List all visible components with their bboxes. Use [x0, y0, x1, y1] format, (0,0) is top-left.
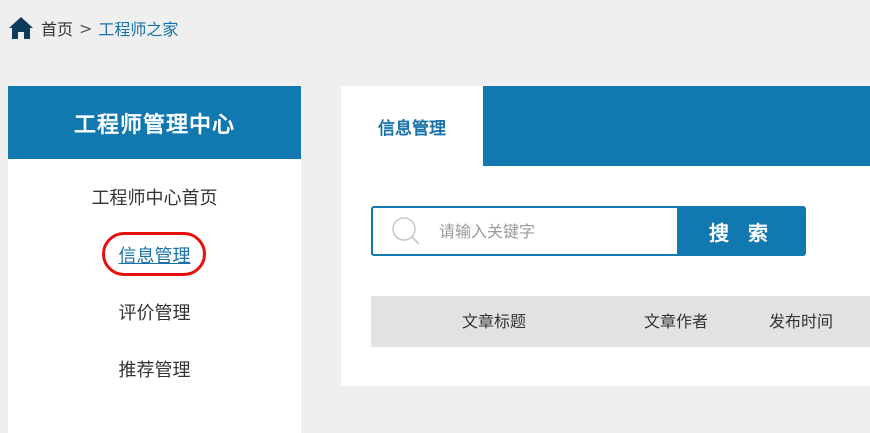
breadcrumb: 首页 > 工程师之家: [0, 0, 870, 56]
sidebar-item-recommend-management[interactable]: 推荐管理: [8, 356, 301, 382]
sidebar-item-info-management[interactable]: 信息管理: [8, 242, 301, 268]
search-box: [371, 206, 677, 256]
breadcrumb-current[interactable]: 工程师之家: [98, 16, 178, 40]
breadcrumb-home-link[interactable]: 首页: [41, 16, 73, 40]
sidebar-item-label: 工程师中心首页: [91, 188, 218, 209]
search-button[interactable]: 搜 索: [677, 206, 806, 256]
breadcrumb-separator: >: [79, 18, 93, 38]
search-icon: [391, 216, 421, 246]
sidebar-item-engineer-home[interactable]: 工程师中心首页: [8, 184, 301, 210]
tab-info-management[interactable]: 信息管理: [341, 86, 483, 166]
sidebar-item-label: 信息管理: [118, 246, 191, 267]
column-header-publish-time: 发布时间: [769, 312, 834, 331]
table-header: 文章标题 文章作者 发布时间: [371, 296, 870, 347]
sidebar: 工程师管理中心 工程师中心首页 信息管理 评价管理 推荐管理: [8, 86, 301, 433]
sidebar-item-label: 评价管理: [118, 303, 191, 324]
sidebar-item-label: 推荐管理: [118, 360, 191, 381]
column-header-title: 文章标题: [462, 312, 527, 331]
sidebar-item-review-management[interactable]: 评价管理: [8, 299, 301, 325]
sidebar-title: 工程师管理中心: [8, 86, 301, 159]
tab-bar: 信息管理: [341, 86, 870, 166]
main-panel: 信息管理 搜 索 文章标题 文章作者 发布时间: [341, 86, 870, 386]
search-input[interactable]: [439, 221, 659, 241]
column-header-author: 文章作者: [644, 312, 709, 331]
home-icon[interactable]: [8, 16, 34, 40]
